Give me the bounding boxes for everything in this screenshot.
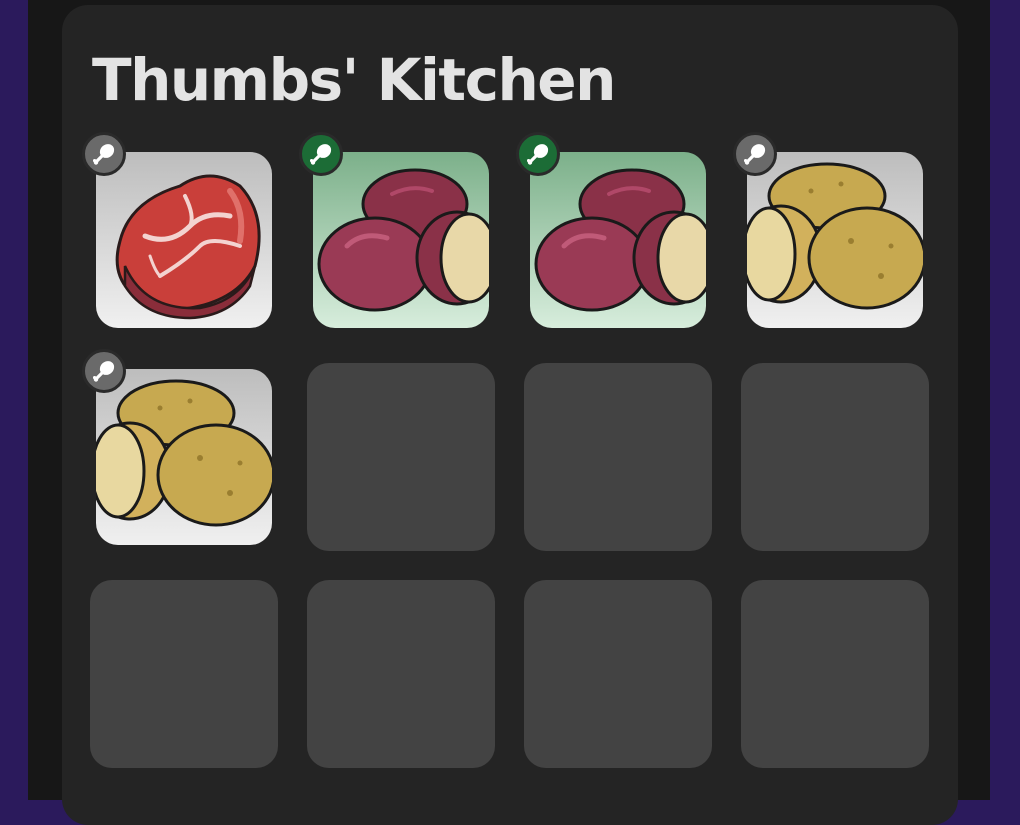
kitchen-slot-potatoes[interactable] bbox=[733, 132, 929, 334]
kitchen-slot-empty[interactable] bbox=[307, 363, 495, 551]
meat-drumstick-icon bbox=[82, 349, 126, 393]
meat-drumstick-icon bbox=[82, 132, 126, 176]
red-potatoes-icon bbox=[530, 152, 706, 328]
kitchen-slot-empty[interactable] bbox=[741, 580, 929, 768]
meat-drumstick-icon bbox=[733, 132, 777, 176]
kitchen-slot-empty[interactable] bbox=[524, 580, 712, 768]
kitchen-slot-raw-meat[interactable] bbox=[82, 132, 278, 334]
kitchen-slot-empty[interactable] bbox=[307, 580, 495, 768]
potatoes-icon bbox=[747, 152, 923, 328]
potatoes-icon bbox=[96, 369, 272, 545]
meat-drumstick-icon bbox=[516, 132, 560, 176]
kitchen-slot-potatoes[interactable] bbox=[82, 349, 278, 551]
red-potatoes-icon bbox=[313, 152, 489, 328]
kitchen-slot-empty[interactable] bbox=[524, 363, 712, 551]
raw-meat-icon bbox=[96, 152, 272, 328]
kitchen-slot-red-potatoes[interactable] bbox=[299, 132, 495, 334]
kitchen-slot-red-potatoes[interactable] bbox=[516, 132, 712, 334]
kitchen-slot-empty[interactable] bbox=[90, 580, 278, 768]
kitchen-slot-empty[interactable] bbox=[741, 363, 929, 551]
kitchen-title: Thumbs' Kitchen bbox=[92, 46, 616, 114]
meat-drumstick-icon bbox=[299, 132, 343, 176]
